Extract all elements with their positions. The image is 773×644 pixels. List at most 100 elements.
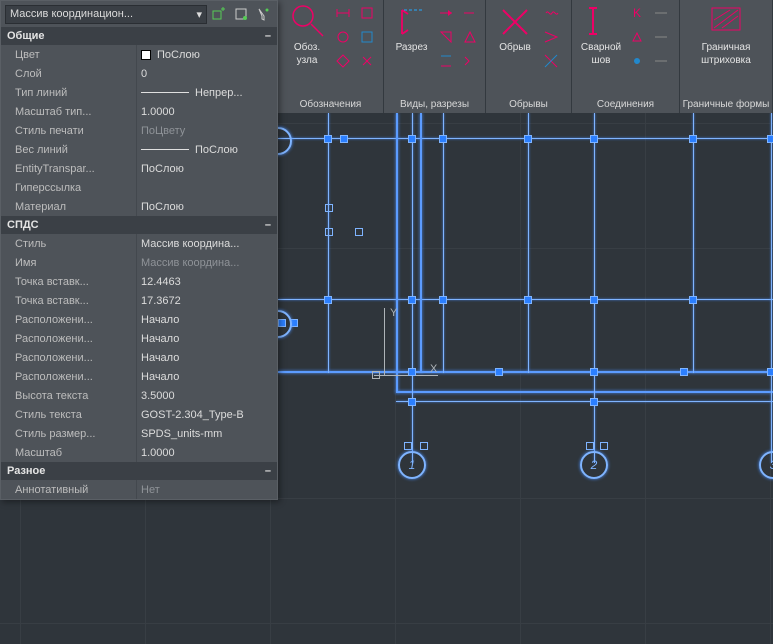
axis-bubble-1-label: 1 xyxy=(409,458,416,472)
property-value[interactable]: Нет xyxy=(136,480,277,499)
ribbon-small-3[interactable] xyxy=(332,26,354,48)
property-key: Расположени... xyxy=(1,333,136,345)
ribbon-g3-2[interactable] xyxy=(540,26,562,48)
ribbon-group-label-3: Соединения xyxy=(572,97,679,113)
property-value[interactable]: SPDS_units-mm xyxy=(136,424,277,443)
property-value[interactable]: 1.0000 xyxy=(136,443,277,462)
property-value[interactable]: Массив координа... xyxy=(136,253,277,272)
property-value[interactable]: Начало xyxy=(136,367,277,386)
property-value[interactable] xyxy=(136,178,277,197)
object-type-label: Массив координацион... xyxy=(10,8,133,20)
axis-bubble-1[interactable]: 1 xyxy=(398,451,426,479)
ribbon-small-2[interactable] xyxy=(356,2,378,24)
property-value[interactable]: Массив координа... xyxy=(136,234,277,253)
ribbon-small-5[interactable] xyxy=(332,50,354,72)
section-header[interactable]: Разное– xyxy=(1,462,277,480)
property-value[interactable]: 0 xyxy=(136,64,277,83)
property-key: Аннотативный xyxy=(1,484,136,496)
property-row[interactable]: МатериалПоСлою xyxy=(1,197,277,216)
ribbon-g4-1[interactable]: K xyxy=(626,2,648,24)
property-row[interactable]: Точка вставк...17.3672 xyxy=(1,291,277,310)
collapse-icon[interactable]: – xyxy=(265,30,271,42)
property-value[interactable]: ПоСлою xyxy=(136,45,277,64)
property-row[interactable]: Расположени...Начало xyxy=(1,348,277,367)
weld-seam-button[interactable]: Сварной шов xyxy=(576,2,626,66)
section-header[interactable]: Общие – xyxy=(1,27,277,45)
property-row[interactable]: Слой0 xyxy=(1,64,277,83)
property-value[interactable]: 1.0000 xyxy=(136,102,277,121)
ribbon-g4-6[interactable] xyxy=(650,50,672,72)
property-row[interactable]: EntityTranspar...ПоСлою xyxy=(1,159,277,178)
ribbon-g4-5[interactable] xyxy=(626,50,648,72)
property-value[interactable]: Непрер... xyxy=(136,83,277,102)
property-value[interactable]: 12.4463 xyxy=(136,272,277,291)
section-title: Общие xyxy=(7,30,45,42)
property-value[interactable]: Начало xyxy=(136,329,277,348)
ribbon-g2-3[interactable] xyxy=(435,26,457,48)
property-value[interactable]: Начало xyxy=(136,310,277,329)
ribbon-small-4[interactable] xyxy=(356,26,378,48)
property-value-text: 17.3672 xyxy=(141,295,181,307)
select-objects-button[interactable] xyxy=(231,4,251,24)
property-row[interactable]: ЦветПоСлою xyxy=(1,45,277,64)
property-row[interactable]: Стиль текстаGOST-2.304_Type-B xyxy=(1,405,277,424)
property-key: Расположени... xyxy=(1,352,136,364)
property-row[interactable]: Высота текста3.5000 xyxy=(1,386,277,405)
ribbon-g3-3[interactable] xyxy=(540,50,562,72)
property-row[interactable]: Тип линийНепрер... xyxy=(1,83,277,102)
property-key: Материал xyxy=(1,201,136,213)
property-value-text: ПоЦвету xyxy=(141,125,185,137)
property-row[interactable]: Расположени...Начало xyxy=(1,367,277,386)
axis-bubble-3[interactable]: 3 xyxy=(759,451,773,479)
property-row[interactable]: Гиперссылка xyxy=(1,178,277,197)
ribbon-g2-2[interactable] xyxy=(459,2,481,24)
ribbon-g2-5[interactable] xyxy=(435,50,457,72)
ribbon-small-1[interactable] xyxy=(332,2,354,24)
ribbon-g4-2[interactable] xyxy=(650,2,672,24)
property-row[interactable]: Масштаб1.0000 xyxy=(1,443,277,462)
ribbon-g4-3[interactable] xyxy=(626,26,648,48)
label: штриховка xyxy=(701,55,751,66)
ribbon-g2-1[interactable] xyxy=(435,2,457,24)
axis-bubble-2[interactable]: 2 xyxy=(580,451,608,479)
label: Сварной xyxy=(581,42,621,53)
collapse-icon[interactable]: – xyxy=(265,465,271,477)
property-value[interactable]: 3.5000 xyxy=(136,386,277,405)
ribbon-small-6[interactable] xyxy=(356,50,378,72)
section-button[interactable]: Разрез xyxy=(388,2,435,66)
property-row[interactable]: Масштаб тип...1.0000 xyxy=(1,102,277,121)
property-row[interactable]: Вес линийПоСлою xyxy=(1,140,277,159)
property-value[interactable]: ПоСлою xyxy=(136,140,277,159)
property-row[interactable]: СтильМассив координа... xyxy=(1,234,277,253)
property-row[interactable]: Расположени...Начало xyxy=(1,329,277,348)
property-row[interactable]: ИмяМассив координа... xyxy=(1,253,277,272)
property-value[interactable]: ПоЦвету xyxy=(136,121,277,140)
collapse-icon[interactable]: – xyxy=(265,219,271,231)
ribbon-g4-4[interactable] xyxy=(650,26,672,48)
property-value[interactable]: ПоСлою xyxy=(136,197,277,216)
toggle-pickadd-button[interactable] xyxy=(209,4,229,24)
ribbon-g3-1[interactable] xyxy=(540,2,562,24)
property-row[interactable]: Стиль печатиПоЦвету xyxy=(1,121,277,140)
property-row[interactable]: АннотативныйНет xyxy=(1,480,277,499)
property-key: Стиль xyxy=(1,238,136,250)
property-value[interactable]: 17.3672 xyxy=(136,291,277,310)
label: Обоз. xyxy=(294,42,320,53)
property-value[interactable]: GOST-2.304_Type-B xyxy=(136,405,277,424)
property-key: Расположени... xyxy=(1,314,136,326)
ribbon-g2-4[interactable] xyxy=(459,26,481,48)
property-value-text: Массив координа... xyxy=(141,257,239,269)
property-row[interactable]: Точка вставк...12.4463 xyxy=(1,272,277,291)
boundary-hatch-button[interactable]: Граничная штриховка xyxy=(696,2,756,66)
property-value[interactable]: ПоСлою xyxy=(136,159,277,178)
ribbon-g2-6[interactable] xyxy=(459,50,481,72)
node-designation-button[interactable]: Обоз. узла xyxy=(282,2,332,66)
quick-select-button[interactable] xyxy=(253,4,273,24)
property-row[interactable]: Стиль размер...SPDS_units-mm xyxy=(1,424,277,443)
object-type-dropdown[interactable]: Массив координацион... ▾ xyxy=(5,5,207,24)
property-value[interactable]: Начало xyxy=(136,348,277,367)
break-button[interactable]: Обрыв xyxy=(490,2,540,66)
section-header[interactable]: СПДС– xyxy=(1,216,277,234)
property-row[interactable]: Расположени...Начало xyxy=(1,310,277,329)
property-value-text: ПоСлою xyxy=(157,49,200,61)
